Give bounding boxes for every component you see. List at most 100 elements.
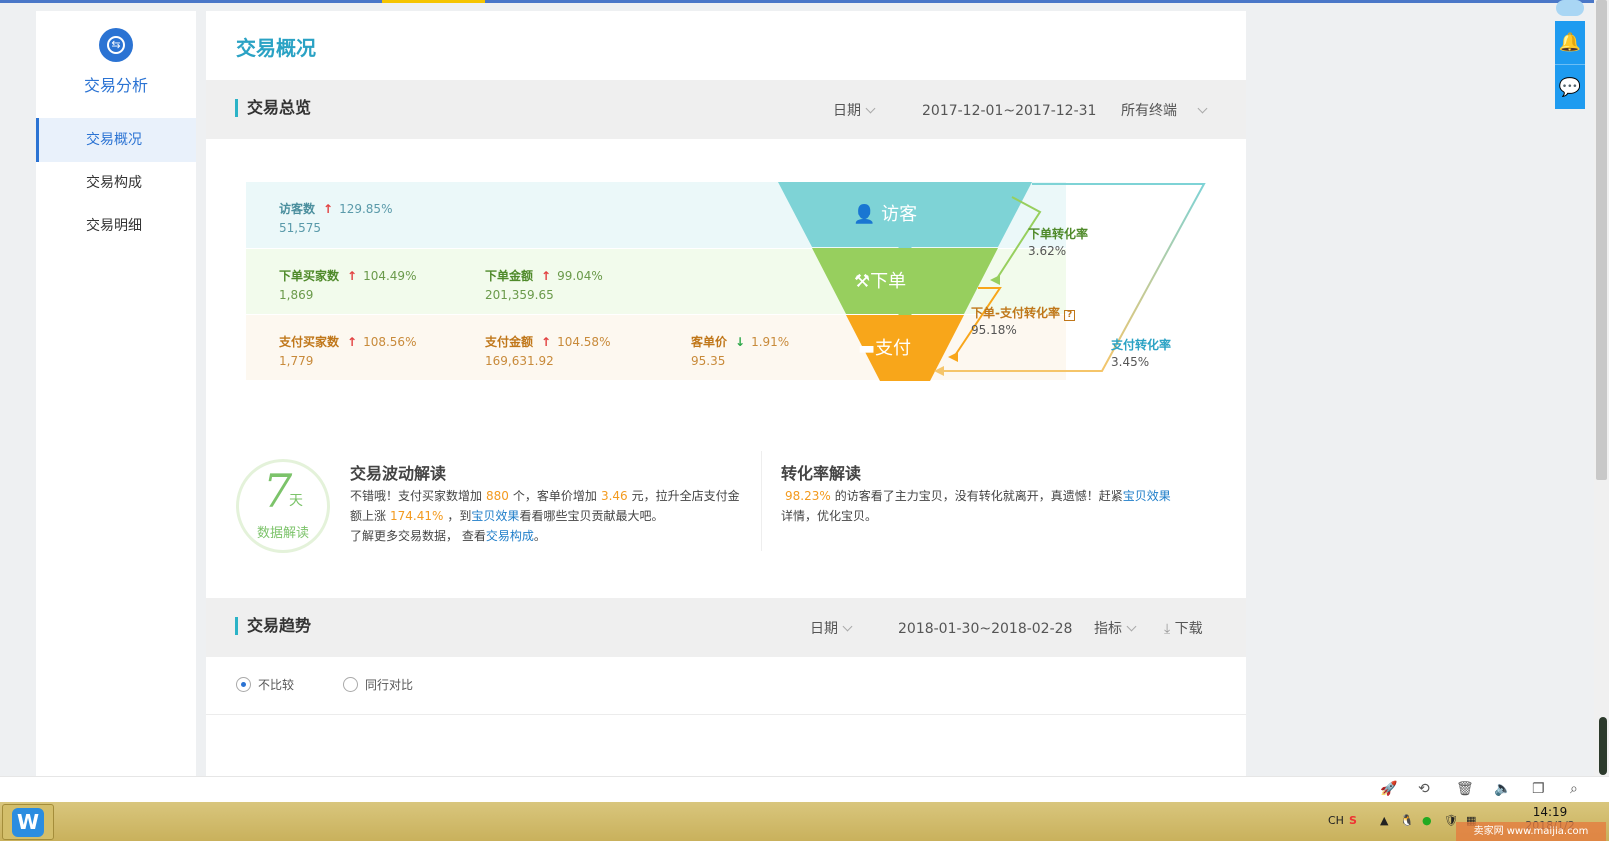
ime-indicator[interactable]: CH bbox=[1328, 814, 1344, 827]
chevron-down-icon bbox=[842, 621, 853, 632]
rate-value: 3.62% bbox=[1028, 244, 1067, 258]
seven-day-badge: 7 天 数据解读 bbox=[236, 459, 330, 553]
stage-order-text: 下单 bbox=[870, 271, 907, 292]
interp-conv-line2: 详情，优化宝贝。 bbox=[781, 509, 878, 523]
badge-unit: 天 bbox=[289, 493, 303, 509]
funnel-label-order: ⚒下单 bbox=[854, 267, 906, 293]
funnel-label-visitor: 👤 访客 bbox=[853, 200, 917, 226]
date-select-label: 日期 bbox=[810, 621, 838, 637]
metric-select[interactable]: 指标 bbox=[1094, 620, 1137, 638]
text: 看看哪些宝贝贡献最大吧。 bbox=[519, 509, 664, 523]
text: 了解更多交易数据， 查看 bbox=[350, 529, 486, 543]
interp-wave-body: 不错哦！支付买家数增加 880 个，客单价增加 3.46 元，拉升全店支付金 额上涨 17… bbox=[350, 486, 750, 546]
trend-date-select[interactable]: 日期 bbox=[810, 620, 853, 638]
watermark: 卖家网 www.maijia.com bbox=[1456, 822, 1606, 841]
overview-date-range[interactable]: 2017-12-01~2017-12-31 bbox=[922, 102, 1096, 120]
highlight-number: 98.23% bbox=[785, 489, 831, 503]
terminal-select[interactable]: 所有终端 bbox=[1121, 102, 1208, 120]
item-effect-link[interactable]: 宝贝效果 bbox=[1123, 489, 1171, 503]
terminal-select-label: 所有终端 bbox=[1121, 103, 1177, 119]
wps-logo-icon: W bbox=[12, 808, 44, 837]
rate-order: 下单转化率 3.62% bbox=[1028, 226, 1088, 260]
interp-conv-title: 转化率解读 bbox=[781, 464, 862, 483]
interp-conv-body: 98.23% 的访客看了主力宝贝，没有转化就离开，真遗憾！赶紧宝贝效果 详情，优化… bbox=[781, 486, 1221, 526]
overview-section-title: 交易总览 bbox=[235, 99, 311, 117]
rocket-icon[interactable]: 🚀 bbox=[1380, 781, 1397, 797]
qq-icon[interactable]: 🐧 bbox=[1400, 814, 1414, 827]
window-icon[interactable]: ❐ bbox=[1532, 781, 1545, 797]
trend-section-title: 交易趋势 bbox=[235, 617, 311, 635]
cloud-mascot-icon bbox=[1556, 0, 1584, 16]
date-select-label: 日期 bbox=[833, 103, 861, 119]
stage-visitor-text: 访客 bbox=[881, 204, 918, 225]
badge-subtitle: 数据解读 bbox=[256, 526, 309, 541]
funnel-label-pay: ▬支付 bbox=[858, 334, 911, 360]
interp-wave-line1: 不错哦！支付买家数增加 880 个，客单价增加 3.46 元，拉升全店支付金 bbox=[350, 486, 750, 506]
rate-order-pay: 下单-支付转化率 ? 95.18% bbox=[971, 305, 1076, 339]
left-nav: 交易分析 交易概况 交易构成 交易明细 bbox=[36, 11, 196, 776]
text: 的访客看了主力宝贝，没有转化就离开，真遗憾！赶紧 bbox=[834, 489, 1123, 503]
browser-utility-bar: 🚀 ⟲ 🗑 🔈 ❐ ⌕ bbox=[0, 776, 1609, 802]
interp-wave-line2: 额上涨 174.41% ，到宝贝效果看看哪些宝贝贡献最大吧。 bbox=[350, 506, 750, 526]
nav-title: 交易分析 bbox=[83, 76, 148, 95]
trend-divider bbox=[206, 714, 1246, 715]
radio-peer-compare[interactable]: 同行对比 bbox=[343, 677, 413, 693]
trade-composition-link[interactable]: 交易构成 bbox=[486, 529, 534, 543]
search-icon[interactable]: ⌕ bbox=[1570, 781, 1578, 797]
text: 个，客单价增加 bbox=[512, 489, 597, 503]
right-float-toolbar: 🔔 💬 bbox=[1555, 21, 1585, 109]
highlight-number: 3.46 bbox=[600, 489, 628, 503]
chevron-down-icon bbox=[865, 103, 876, 114]
download-button[interactable]: ⤓ 下载 bbox=[1164, 620, 1203, 638]
radio-dot bbox=[236, 677, 251, 692]
item-effect-link[interactable]: 宝贝效果 bbox=[471, 509, 519, 523]
help-icon[interactable]: ? bbox=[1064, 310, 1076, 321]
metric-select-label: 指标 bbox=[1094, 621, 1122, 637]
volume-icon[interactable]: 🔈 bbox=[1494, 781, 1511, 797]
sidebar-item-trade-overview[interactable]: 交易概况 bbox=[36, 118, 196, 162]
text: ，到 bbox=[447, 509, 472, 523]
page-title: 交易概况 bbox=[236, 36, 316, 60]
refresh-icon[interactable]: ⟲ bbox=[1418, 781, 1430, 797]
clock-time: 14:19 bbox=[1532, 805, 1568, 819]
trend-date-range[interactable]: 2018-01-30~2018-02-28 bbox=[898, 620, 1072, 638]
rate-pay: 支付转化率 3.45% bbox=[1111, 337, 1171, 371]
badge-number: 7 bbox=[263, 464, 293, 518]
tray-expand-icon[interactable]: ▲ bbox=[1380, 814, 1388, 827]
user-icon: 👤 bbox=[853, 204, 876, 225]
radio-no-compare[interactable]: 不比较 bbox=[236, 677, 294, 693]
download-label: 下载 bbox=[1174, 621, 1203, 637]
rate-value: 95.18% bbox=[971, 323, 1017, 337]
wechat-icon[interactable]: ● bbox=[1422, 814, 1432, 827]
overview-date-select[interactable]: 日期 bbox=[833, 102, 876, 120]
sogou-icon[interactable]: S bbox=[1349, 814, 1357, 827]
wallet-icon: ▬ bbox=[858, 338, 876, 359]
chat-icon[interactable]: 💬 bbox=[1555, 65, 1585, 109]
trash-icon[interactable]: 🗑 bbox=[1456, 781, 1474, 797]
start-button[interactable]: W bbox=[2, 804, 54, 840]
overview-header: 交易总览 日期 2017-12-01~2017-12-31 所有终端 bbox=[206, 80, 1246, 139]
sidebar-item-trade-composition[interactable]: 交易构成 bbox=[36, 161, 196, 205]
connector-order-pay-rate-arrow bbox=[948, 352, 958, 362]
side-widget[interactable] bbox=[1599, 717, 1607, 775]
taskbar: W CH S ▲ 🐧 ● 🛡 ▦ 14:192018/1/2 bbox=[0, 802, 1609, 841]
radio-label: 不比较 bbox=[258, 678, 295, 692]
scrollbar-thumb[interactable] bbox=[1596, 0, 1607, 480]
main-content: 交易概况 交易总览 日期 2017-12-01~2017-12-31 所有终端 … bbox=[206, 11, 1246, 776]
interp-wave-title: 交易波动解读 bbox=[350, 464, 447, 483]
bell-icon[interactable]: 🔔 bbox=[1555, 21, 1585, 65]
chevron-down-icon bbox=[1126, 621, 1137, 632]
download-icon: ⤓ bbox=[1164, 621, 1171, 637]
sidebar-item-trade-detail[interactable]: 交易明细 bbox=[36, 204, 196, 248]
trade-analysis-logo-icon bbox=[99, 28, 133, 62]
rate-value: 3.45% bbox=[1111, 355, 1150, 369]
radio-dot bbox=[343, 677, 358, 692]
interp-conv-line1: 98.23% 的访客看了主力宝贝，没有转化就离开，真遗憾！赶紧宝贝效果 bbox=[781, 486, 1221, 506]
top-bar bbox=[0, 0, 1609, 3]
conversion-funnel bbox=[778, 182, 1206, 381]
interp-divider bbox=[761, 451, 762, 551]
chevron-down-icon bbox=[1197, 103, 1208, 114]
hammer-icon: ⚒ bbox=[854, 271, 871, 292]
highlight-number: 880 bbox=[486, 489, 509, 503]
text: 额上涨 bbox=[350, 509, 387, 523]
